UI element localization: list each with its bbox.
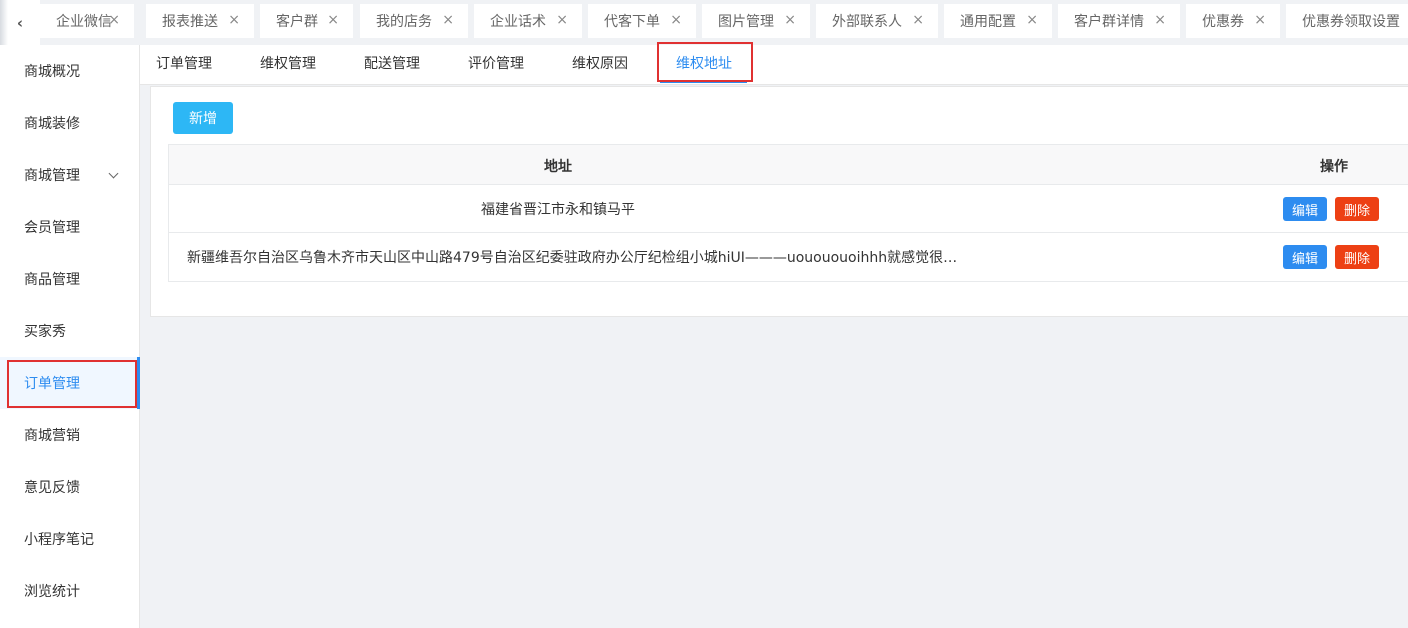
- tab-proxy-order[interactable]: 代客下单 ×: [588, 4, 696, 38]
- address-table: 地址 操作 福建省晋江市永和镇马平 编辑 删除 新疆维吾尔自治区乌鲁木齐市天山区…: [168, 144, 1408, 282]
- tab-label: 企业微信: [56, 14, 112, 30]
- content-card: 新增 地址 操作 福建省晋江市永和镇马平 编辑 删除 新疆维吾尔自治区乌鲁木齐市…: [150, 86, 1408, 317]
- edit-button[interactable]: 编辑: [1283, 197, 1327, 221]
- close-icon[interactable]: ×: [912, 12, 924, 28]
- tab-external-contacts[interactable]: 外部联系人 ×: [816, 4, 938, 38]
- tab-customer-group-detail[interactable]: 客户群详情 ×: [1058, 4, 1180, 38]
- tab-coupon-claim-settings[interactable]: 优惠券领取设置: [1286, 4, 1408, 38]
- table-header: 地址 操作: [169, 145, 1408, 185]
- sidebar: 商城概况 商城装修 商城管理 会员管理 商品管理 买家秀 订单管理 商城营销 意…: [0, 45, 140, 628]
- close-icon[interactable]: ×: [442, 12, 454, 28]
- sidebar-item-mall-overview[interactable]: 商城概况: [0, 45, 139, 97]
- subtab-review-management[interactable]: 评价管理: [468, 45, 524, 84]
- sidebar-item-member-management[interactable]: 会员管理: [0, 201, 139, 253]
- tab-label: 优惠券领取设置: [1302, 14, 1400, 30]
- sidebar-item-label: 小程序笔记: [24, 532, 94, 548]
- tab-customer-group[interactable]: 客户群 ×: [260, 4, 353, 38]
- highlight-box-rights-address: [657, 42, 753, 82]
- sidebar-item-product-management[interactable]: 商品管理: [0, 253, 139, 305]
- close-icon[interactable]: ×: [108, 12, 120, 28]
- sidebar-item-label: 会员管理: [24, 220, 80, 236]
- close-icon[interactable]: ×: [1154, 12, 1166, 28]
- tab-enterprise-wechat[interactable]: 企业微信 ×: [40, 4, 134, 38]
- sidebar-active-indicator: [137, 357, 140, 409]
- tab-general-config[interactable]: 通用配置 ×: [944, 4, 1052, 38]
- table-row: 福建省晋江市永和镇马平 编辑 删除: [169, 185, 1408, 233]
- sidebar-item-miniprogram-notes[interactable]: 小程序笔记: [0, 513, 139, 565]
- address-cell: 福建省晋江市永和镇马平: [481, 202, 635, 218]
- tab-label: 外部联系人: [832, 14, 902, 30]
- sidebar-item-label: 商城管理: [24, 168, 80, 184]
- tab-label: 代客下单: [604, 14, 660, 30]
- sidebar-item-buyer-show[interactable]: 买家秀: [0, 305, 139, 357]
- close-icon[interactable]: ×: [556, 12, 568, 28]
- sidebar-item-label: 买家秀: [24, 324, 66, 340]
- subtab-delivery-management[interactable]: 配送管理: [364, 45, 420, 84]
- tab-label: 通用配置: [960, 14, 1016, 30]
- sidebar-item-mall-marketing[interactable]: 商城营销: [0, 409, 139, 461]
- chevron-left-icon[interactable]: ‹: [0, 0, 40, 45]
- subtab-order-management[interactable]: 订单管理: [156, 45, 212, 84]
- sidebar-item-feedback[interactable]: 意见反馈: [0, 461, 139, 513]
- sidebar-item-label: 商品管理: [24, 272, 80, 288]
- add-button[interactable]: 新增: [173, 102, 233, 134]
- delete-button[interactable]: 删除: [1335, 197, 1379, 221]
- edit-button[interactable]: 编辑: [1283, 245, 1327, 269]
- sidebar-item-browse-stats[interactable]: 浏览统计: [0, 565, 139, 617]
- column-header-address: 地址: [544, 159, 572, 175]
- highlight-box-order-management: [7, 360, 137, 408]
- tab-label: 图片管理: [718, 14, 774, 30]
- tab-label: 报表推送: [162, 14, 218, 30]
- column-header-actions: 操作: [1320, 159, 1348, 175]
- subtab-rights-management[interactable]: 维权管理: [260, 45, 316, 84]
- close-icon[interactable]: ×: [670, 12, 682, 28]
- subtab-rights-reason[interactable]: 维权原因: [572, 45, 628, 84]
- tab-label: 客户群详情: [1074, 14, 1144, 30]
- sidebar-item-mall-management[interactable]: 商城管理: [0, 149, 139, 201]
- chevron-down-icon: [108, 168, 119, 179]
- close-icon[interactable]: ×: [1254, 12, 1266, 28]
- sidebar-item-label: 浏览统计: [24, 584, 80, 600]
- tab-label: 客户群: [276, 14, 318, 30]
- delete-button[interactable]: 删除: [1335, 245, 1379, 269]
- table-row: 新疆维吾尔自治区乌鲁木齐市天山区中山路479号自治区纪委驻政府办公厅纪检组小城h…: [169, 233, 1408, 281]
- tab-bar: ‹ 企业微信 × 报表推送 × 客户群 × 我的店务 × 企业话术 × 代客下单…: [0, 0, 1408, 45]
- sub-tab-bar: 订单管理 维权管理 配送管理 评价管理 维权原因 维权地址: [140, 45, 1408, 85]
- close-icon[interactable]: ×: [228, 12, 240, 28]
- sidebar-item-label: 商城营销: [24, 428, 80, 444]
- address-cell: 新疆维吾尔自治区乌鲁木齐市天山区中山路479号自治区纪委驻政府办公厅纪检组小城h…: [187, 250, 958, 266]
- tab-my-store[interactable]: 我的店务 ×: [360, 4, 468, 38]
- sidebar-item-label: 商城概况: [24, 64, 80, 80]
- tab-label: 我的店务: [376, 14, 432, 30]
- tab-label: 企业话术: [490, 14, 546, 30]
- tab-coupon[interactable]: 优惠券 ×: [1186, 4, 1280, 38]
- tab-image-management[interactable]: 图片管理 ×: [702, 4, 810, 38]
- sidebar-item-mall-decoration[interactable]: 商城装修: [0, 97, 139, 149]
- sidebar-item-label: 商城装修: [24, 116, 80, 132]
- close-icon[interactable]: ×: [784, 12, 796, 28]
- close-icon[interactable]: ×: [327, 12, 339, 28]
- tab-report-push[interactable]: 报表推送 ×: [146, 4, 254, 38]
- tab-enterprise-script[interactable]: 企业话术 ×: [474, 4, 582, 38]
- sidebar-item-label: 意见反馈: [24, 480, 80, 496]
- close-icon[interactable]: ×: [1026, 12, 1038, 28]
- tab-label: 优惠券: [1202, 14, 1244, 30]
